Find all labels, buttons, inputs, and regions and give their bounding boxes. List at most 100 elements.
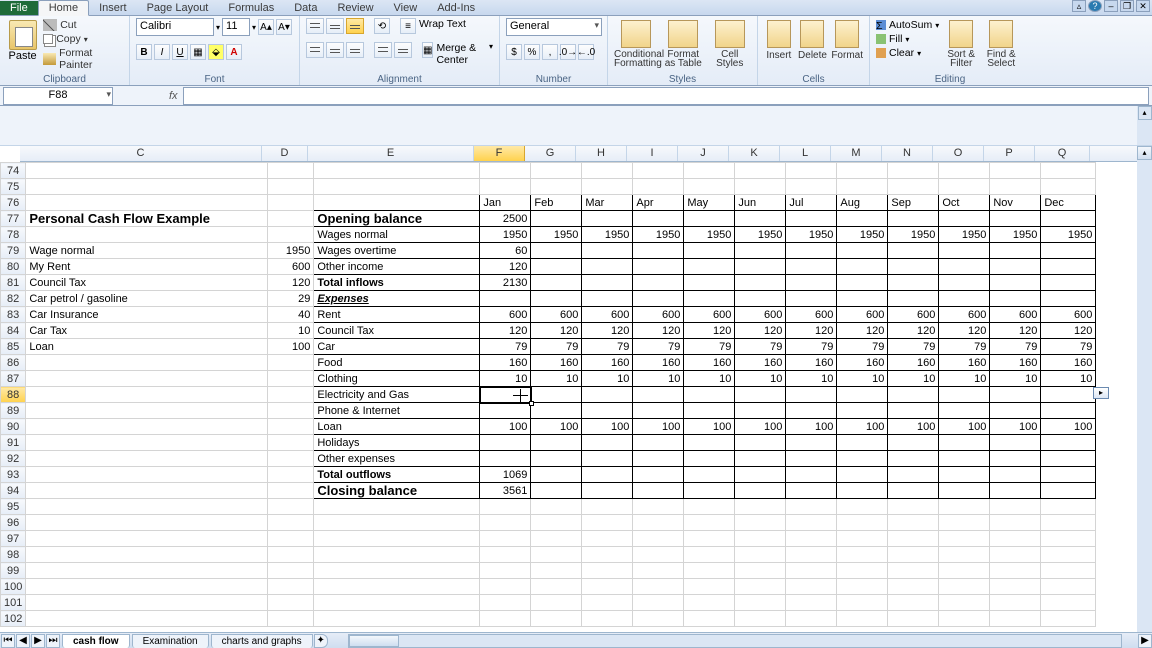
cell[interactable] [633,451,684,467]
cell[interactable] [684,179,735,195]
cell[interactable] [837,403,888,419]
cell[interactable]: 79 [1041,339,1096,355]
cell[interactable]: Jun [735,195,786,211]
cell[interactable]: 120 [888,323,939,339]
cell[interactable]: Opening balance [314,211,480,227]
cell[interactable] [939,467,990,483]
cell[interactable] [268,403,314,419]
cell[interactable] [314,611,480,627]
cell[interactable] [480,451,531,467]
cell[interactable]: 1950 [531,227,582,243]
cell[interactable] [268,499,314,515]
cell[interactable] [735,515,786,531]
cell[interactable] [531,243,582,259]
cell[interactable] [837,579,888,595]
cell[interactable] [26,499,268,515]
cell[interactable] [990,211,1041,227]
cell[interactable] [939,179,990,195]
cell[interactable] [837,243,888,259]
row-header[interactable]: 86 [1,355,26,371]
cell[interactable] [633,179,684,195]
cell[interactable] [939,243,990,259]
cell[interactable] [633,467,684,483]
cell[interactable] [888,243,939,259]
cell[interactable] [888,611,939,627]
cell[interactable] [939,259,990,275]
cell[interactable] [582,163,633,179]
cell[interactable] [633,547,684,563]
cell[interactable] [582,499,633,515]
align-left-button[interactable] [306,42,324,58]
cell[interactable] [939,387,990,403]
format-as-table-button[interactable]: Format as Table [662,18,705,68]
cell[interactable]: 1069 [480,467,531,483]
cell[interactable] [990,595,1041,611]
cell[interactable] [786,403,837,419]
cell[interactable] [837,451,888,467]
cell[interactable] [990,483,1041,499]
cell[interactable] [735,275,786,291]
new-sheet-icon[interactable]: ✦ [314,634,328,648]
cell[interactable] [837,595,888,611]
cell[interactable] [735,291,786,307]
cell[interactable] [1041,483,1096,499]
cell[interactable] [990,275,1041,291]
cell[interactable] [939,499,990,515]
cell[interactable] [531,611,582,627]
cell[interactable] [735,387,786,403]
cell[interactable] [268,595,314,611]
autosum-button[interactable]: ΣAutoSum ▾ [876,18,939,32]
cell[interactable]: 1950 [268,243,314,259]
cell[interactable]: 10 [837,371,888,387]
cell[interactable]: Car petrol / gasoline [26,291,268,307]
ribbon-minimize-icon[interactable]: ▵ [1072,0,1086,12]
cell[interactable]: 120 [939,323,990,339]
sheet-tab-charts[interactable]: charts and graphs [211,634,313,648]
cell[interactable] [837,499,888,515]
column-header-L[interactable]: L [780,146,831,161]
cell[interactable] [990,179,1041,195]
row-header[interactable]: 77 [1,211,26,227]
window-minimize-icon[interactable]: – [1104,0,1118,12]
cell[interactable]: 160 [684,355,735,371]
cell[interactable] [684,211,735,227]
cell[interactable]: 160 [837,355,888,371]
cell[interactable] [26,483,268,499]
underline-button[interactable]: U [172,44,188,60]
cell[interactable] [531,179,582,195]
cell[interactable] [268,211,314,227]
cell[interactable] [1041,515,1096,531]
cell[interactable]: May [684,195,735,211]
cell[interactable] [735,435,786,451]
name-box[interactable]: F88▾ [3,87,113,105]
window-restore-icon[interactable]: ❐ [1120,0,1134,12]
cell[interactable] [582,611,633,627]
cell[interactable]: 160 [735,355,786,371]
cell[interactable] [633,275,684,291]
cell[interactable]: 600 [990,307,1041,323]
cell[interactable] [1041,275,1096,291]
cell[interactable]: 600 [837,307,888,323]
cell[interactable]: 160 [888,355,939,371]
cell[interactable] [633,403,684,419]
cell[interactable]: 60 [480,243,531,259]
cell[interactable] [531,403,582,419]
cell[interactable] [939,275,990,291]
row-header[interactable]: 88 [1,387,26,403]
cell[interactable] [480,499,531,515]
cell[interactable] [990,467,1041,483]
cell[interactable] [268,467,314,483]
cell[interactable] [26,435,268,451]
cell[interactable] [633,499,684,515]
cell[interactable]: Personal Cash Flow Example [26,211,268,227]
cell[interactable] [990,579,1041,595]
italic-button[interactable]: I [154,44,170,60]
cell[interactable] [735,243,786,259]
delete-cells-button[interactable]: Delete [798,18,828,61]
cell[interactable] [990,243,1041,259]
row-header[interactable]: 100 [1,579,26,595]
cell[interactable] [990,531,1041,547]
window-close-icon[interactable]: ✕ [1136,0,1150,12]
cell[interactable]: 120 [480,323,531,339]
cell[interactable]: 79 [531,339,582,355]
